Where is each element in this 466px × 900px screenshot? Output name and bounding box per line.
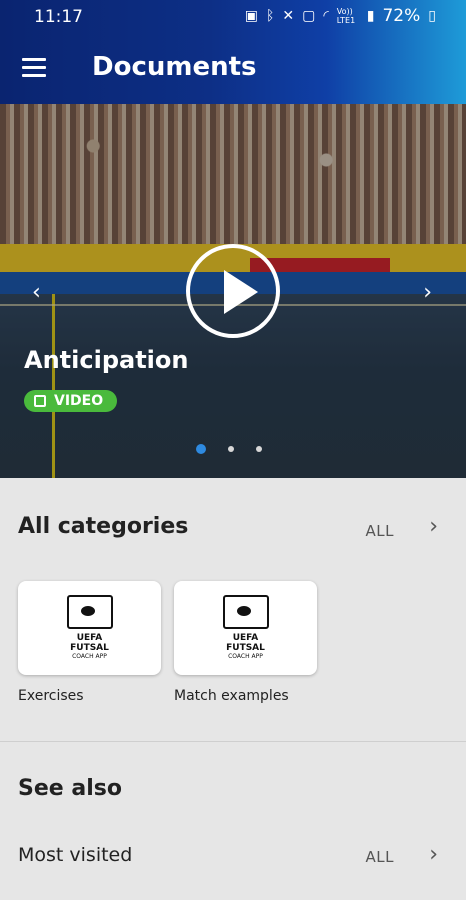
app-bar: Documents (0, 36, 466, 104)
chevron-right-icon[interactable]: › (423, 280, 432, 305)
status-time: 11:17 (34, 7, 83, 27)
uefa-futsal-logo-icon (222, 595, 269, 629)
categories-title: All categories (18, 514, 189, 539)
logo-text: FUTSAL (70, 643, 109, 653)
play-icon (224, 270, 258, 314)
see-also-section: See also Most visited ALL › (0, 742, 466, 900)
battery-level: 72% (382, 6, 421, 26)
video-icon (34, 395, 46, 407)
carousel-dot[interactable] (196, 444, 206, 454)
carousel-dot[interactable] (228, 446, 234, 452)
signal-icon: ▮ (366, 8, 375, 24)
network-label: Vo)) LTE1 (336, 7, 356, 25)
logo-text: COACH APP (228, 653, 263, 660)
list-item[interactable]: Most visited ALL › (0, 836, 466, 876)
wifi-icon: ◜ (323, 8, 329, 24)
see-also-title: See also (18, 776, 122, 801)
menu-icon[interactable] (20, 56, 48, 80)
categories-section: All categories ALL › UEFA FUTSAL COACH A… (0, 478, 466, 742)
page-title: Documents (92, 52, 257, 82)
category-label: Exercises (18, 688, 84, 704)
carousel-dots (196, 444, 262, 454)
play-button[interactable] (186, 244, 280, 338)
top-bar: 11:17 ▣ ᛒ ✕ ▢ ◜ Vo)) LTE1 ▮ 72% ▯ Docume… (0, 0, 466, 104)
hero-carousel[interactable]: ‹ › Anticipation VIDEO (0, 104, 466, 478)
battery-icon: ▯ (428, 8, 436, 24)
category-card-exercises[interactable]: UEFA FUTSAL COACH APP (18, 581, 161, 675)
video-badge-label: VIDEO (54, 393, 104, 409)
lock-icon: ▢ (302, 8, 316, 24)
briefcase-icon: ▣ (244, 8, 258, 24)
status-icons: ▣ ᛒ ✕ ▢ ◜ Vo)) LTE1 ▮ 72% ▯ (245, 6, 436, 26)
bluetooth-icon: ᛒ (265, 8, 275, 24)
category-card-match-examples[interactable]: UEFA FUTSAL COACH APP (174, 581, 317, 675)
chevron-right-icon[interactable]: › (429, 842, 438, 867)
mute-icon: ✕ (282, 8, 295, 24)
chevron-left-icon[interactable]: ‹ (32, 280, 41, 305)
logo-text: UEFA (76, 633, 103, 643)
chevron-right-icon[interactable]: › (429, 514, 438, 539)
video-badge: VIDEO (24, 390, 118, 412)
categories-all-link[interactable]: ALL (366, 522, 394, 540)
logo-text: UEFA (232, 633, 259, 643)
uefa-futsal-logo-icon (66, 595, 113, 629)
list-item-label: Most visited (18, 844, 133, 866)
logo-text: COACH APP (72, 653, 107, 660)
status-bar: 11:17 ▣ ᛒ ✕ ▢ ◜ Vo)) LTE1 ▮ 72% ▯ (0, 0, 466, 36)
category-label: Match examples (174, 688, 289, 704)
carousel-dot[interactable] (256, 446, 262, 452)
most-visited-all-link[interactable]: ALL (366, 848, 394, 866)
hero-title: Anticipation (24, 346, 189, 374)
logo-text: FUTSAL (226, 643, 265, 653)
